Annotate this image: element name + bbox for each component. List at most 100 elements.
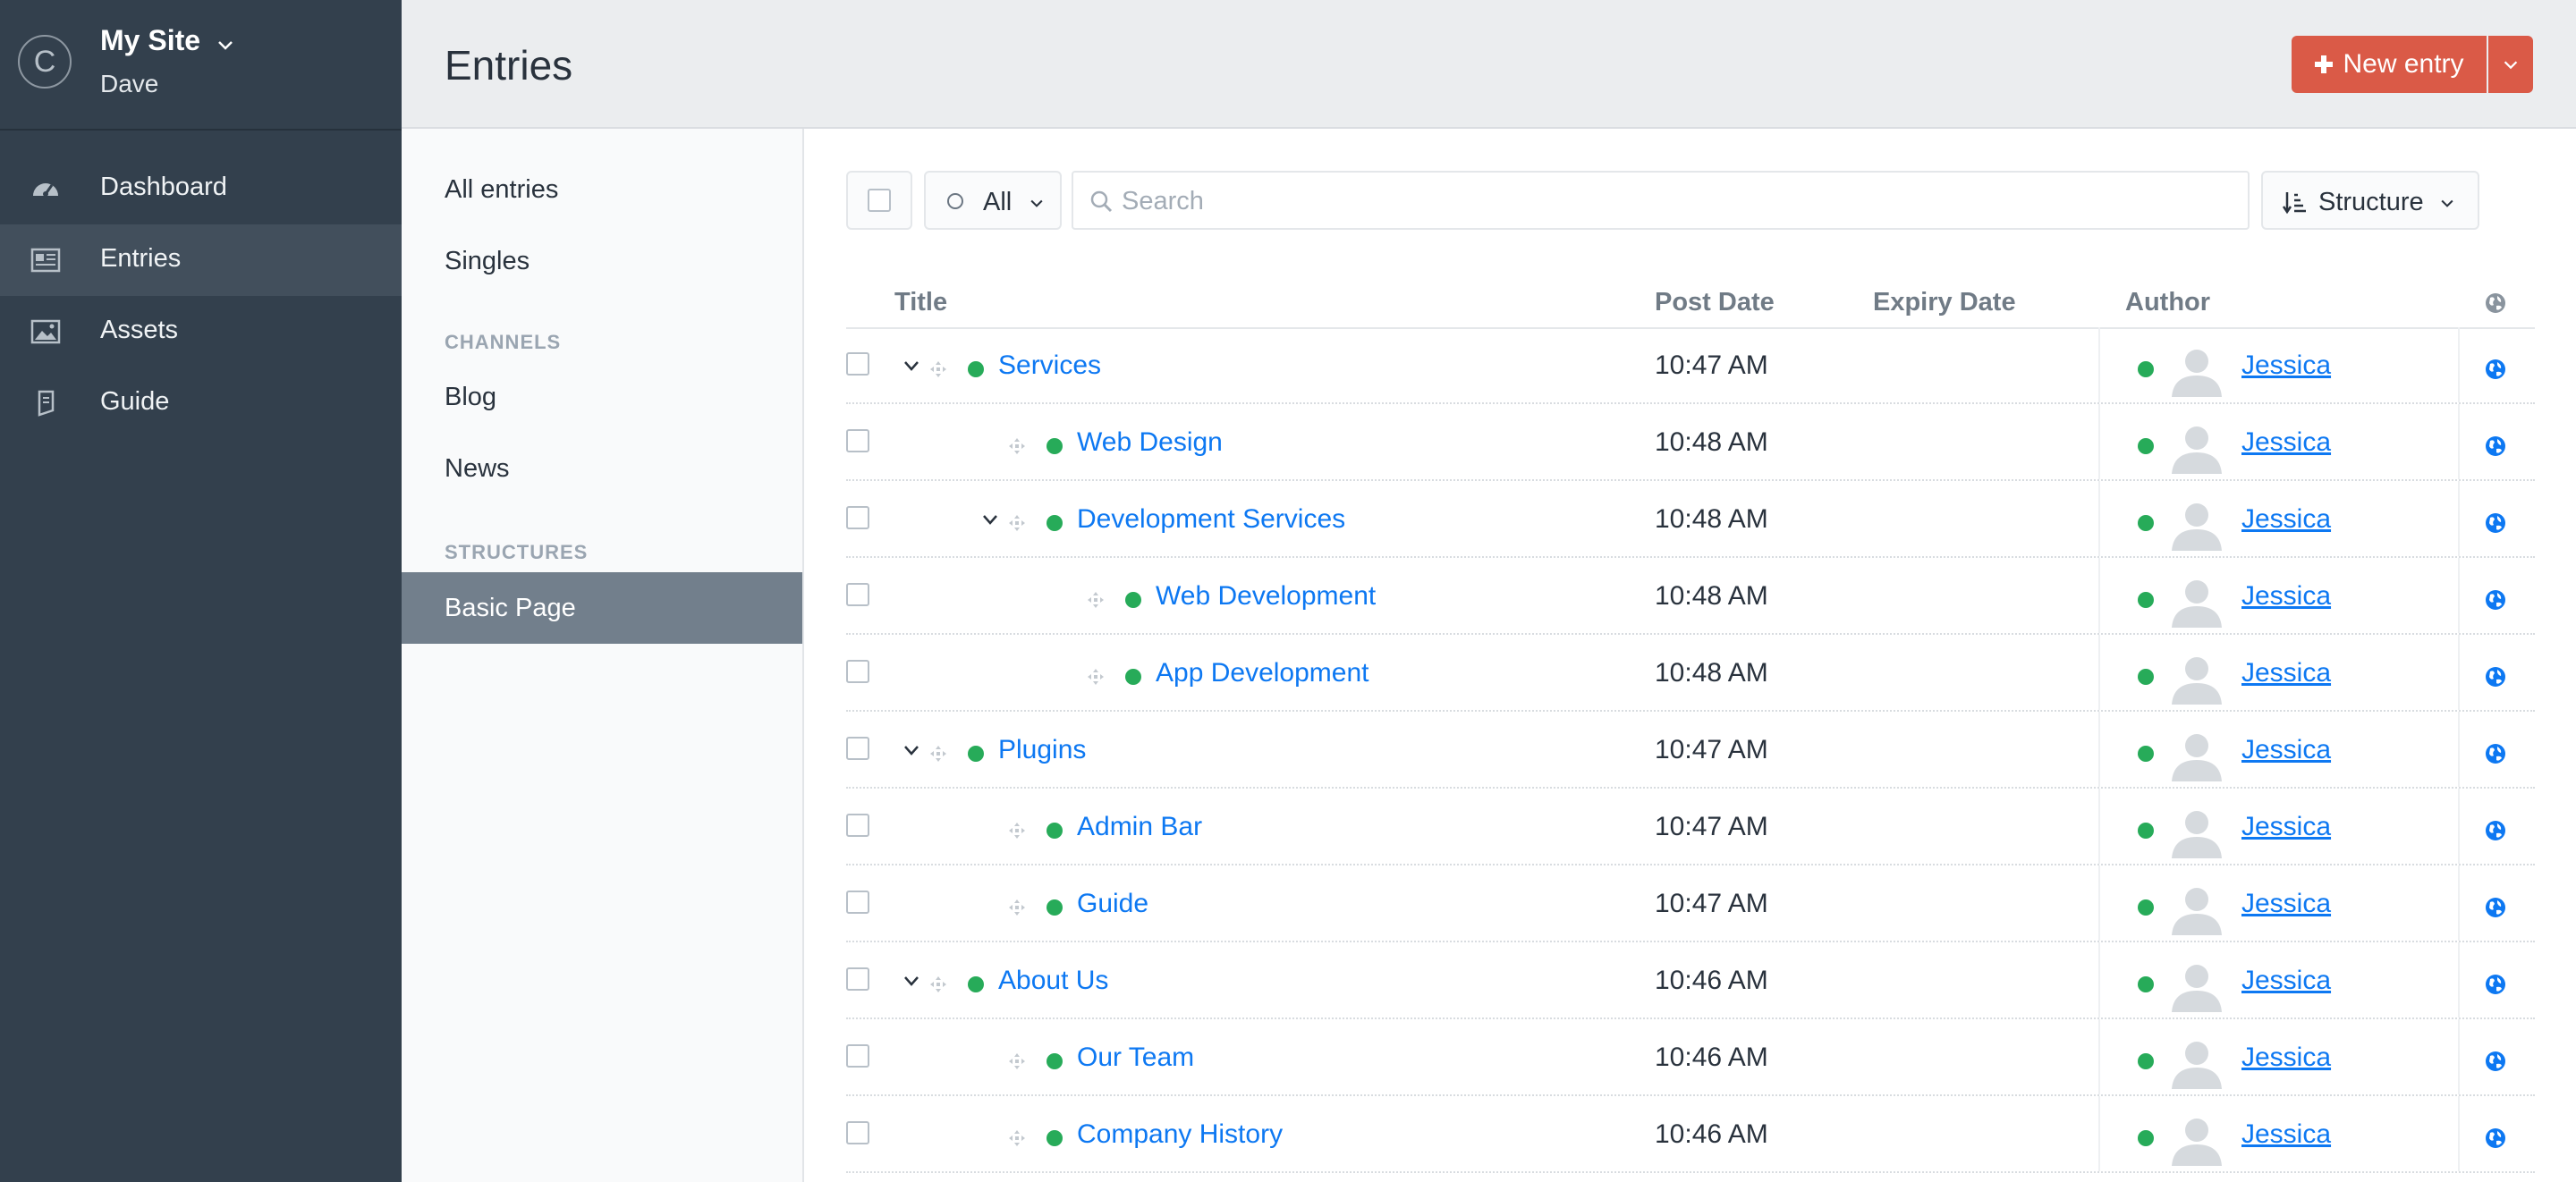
entry-title-link[interactable]: Development Services — [1077, 504, 1345, 535]
checkbox[interactable] — [846, 737, 869, 760]
chevron-down-icon[interactable] — [903, 744, 919, 756]
checkbox[interactable] — [846, 352, 869, 376]
move-icon[interactable] — [1086, 667, 1106, 687]
nav-item-assets[interactable]: Assets — [0, 296, 402, 367]
author-link[interactable]: Jessica — [2241, 504, 2331, 535]
globe-icon[interactable] — [2484, 819, 2507, 842]
move-icon[interactable] — [1086, 590, 1106, 610]
move-icon[interactable] — [1007, 513, 1027, 533]
move-icon[interactable] — [1007, 436, 1027, 456]
row-checkbox[interactable] — [846, 1044, 869, 1068]
table-row[interactable]: Plugins 10:47 AM Jessica — [846, 712, 2535, 789]
table-row[interactable]: Development Services 10:48 AM Jessica — [846, 481, 2535, 558]
author-link[interactable]: Jessica — [2241, 581, 2331, 612]
checkbox[interactable] — [846, 814, 869, 837]
row-checkbox[interactable] — [846, 506, 869, 529]
row-checkbox[interactable] — [846, 737, 869, 760]
column-title[interactable]: Title — [894, 288, 947, 317]
author-link[interactable]: Jessica — [2241, 735, 2331, 765]
status-menu[interactable]: All — [924, 171, 1062, 230]
entry-title-link[interactable]: Guide — [1077, 889, 1148, 919]
search-box[interactable] — [1072, 171, 2250, 230]
chevron-down-icon[interactable] — [903, 359, 919, 372]
author-link[interactable]: Jessica — [2241, 350, 2331, 381]
site-logo[interactable]: C — [18, 35, 72, 89]
entry-title-link[interactable]: Our Team — [1077, 1043, 1194, 1073]
table-row[interactable]: App Development 10:48 AM Jessica — [846, 635, 2535, 712]
checkbox[interactable] — [846, 891, 869, 914]
table-row[interactable]: Admin Bar 10:47 AM Jessica — [846, 789, 2535, 865]
source-singles[interactable]: Singles — [402, 225, 802, 297]
author-link[interactable]: Jessica — [2241, 1119, 2331, 1150]
checkbox[interactable] — [846, 967, 869, 991]
globe-icon[interactable] — [2484, 358, 2507, 381]
author-link[interactable]: Jessica — [2241, 658, 2331, 688]
globe-icon[interactable] — [2484, 435, 2507, 458]
globe-icon[interactable] — [2484, 511, 2507, 535]
table-row[interactable]: About Us 10:46 AM Jessica — [846, 942, 2535, 1019]
sort-menu[interactable]: Structure — [2261, 171, 2479, 230]
checkbox[interactable] — [868, 189, 891, 212]
column-author[interactable]: Author — [2125, 288, 2210, 317]
globe-icon[interactable] — [2484, 973, 2507, 996]
checkbox[interactable] — [846, 1044, 869, 1068]
row-checkbox[interactable] — [846, 352, 869, 376]
move-icon[interactable] — [1007, 821, 1027, 840]
checkbox[interactable] — [846, 506, 869, 529]
row-checkbox[interactable] — [846, 967, 869, 991]
chevron-down-icon[interactable] — [903, 975, 919, 987]
chevron-down-icon[interactable] — [215, 34, 236, 55]
checkbox[interactable] — [846, 583, 869, 606]
row-checkbox[interactable] — [846, 814, 869, 837]
checkbox[interactable] — [846, 1121, 869, 1144]
nav-item-entries[interactable]: Entries — [0, 224, 402, 296]
move-icon[interactable] — [928, 975, 948, 994]
entry-title-link[interactable]: Services — [998, 350, 1101, 381]
source-blog[interactable]: Blog — [402, 361, 802, 433]
column-post-date[interactable]: Post Date — [1655, 288, 1775, 317]
author-link[interactable]: Jessica — [2241, 812, 2331, 842]
checkbox[interactable] — [846, 429, 869, 452]
source-all-entries[interactable]: All entries — [402, 154, 802, 225]
author-link[interactable]: Jessica — [2241, 1043, 2331, 1073]
table-row[interactable]: Web Development 10:48 AM Jessica — [846, 558, 2535, 635]
site-name[interactable]: My Site — [100, 24, 200, 57]
user-name[interactable]: Dave — [100, 70, 158, 98]
entry-title-link[interactable]: Web Development — [1156, 581, 1376, 612]
nav-item-guide[interactable]: Guide — [0, 367, 402, 439]
source-news[interactable]: News — [402, 433, 802, 504]
row-checkbox[interactable] — [846, 660, 869, 683]
table-row[interactable]: Services 10:47 AM Jessica — [846, 327, 2535, 404]
move-icon[interactable] — [928, 359, 948, 379]
entry-title-link[interactable]: Web Design — [1077, 427, 1223, 458]
table-row[interactable]: Web Design 10:48 AM Jessica — [846, 404, 2535, 481]
column-expiry-date[interactable]: Expiry Date — [1873, 288, 2016, 317]
table-row[interactable]: Guide 10:47 AM Jessica — [846, 865, 2535, 942]
select-all-checkbox[interactable] — [846, 171, 912, 230]
entry-title-link[interactable]: Company History — [1077, 1119, 1283, 1150]
globe-icon[interactable] — [2484, 665, 2507, 688]
table-row[interactable]: Our Team 10:46 AM Jessica — [846, 1019, 2535, 1096]
checkbox[interactable] — [846, 660, 869, 683]
move-icon[interactable] — [1007, 1128, 1027, 1148]
globe-icon[interactable] — [2484, 1127, 2507, 1150]
row-checkbox[interactable] — [846, 891, 869, 914]
row-checkbox[interactable] — [846, 1121, 869, 1144]
move-icon[interactable] — [1007, 898, 1027, 917]
globe-icon[interactable] — [2484, 588, 2507, 612]
globe-icon[interactable] — [2484, 896, 2507, 919]
nav-item-dashboard[interactable]: Dashboard — [0, 153, 402, 224]
entry-title-link[interactable]: About Us — [998, 966, 1108, 996]
entry-title-link[interactable]: Admin Bar — [1077, 812, 1202, 842]
entry-title-link[interactable]: App Development — [1156, 658, 1368, 688]
globe-icon[interactable] — [2484, 1050, 2507, 1073]
author-link[interactable]: Jessica — [2241, 966, 2331, 996]
entry-title-link[interactable]: Plugins — [998, 735, 1086, 765]
move-icon[interactable] — [928, 744, 948, 764]
search-input[interactable] — [1120, 180, 2233, 223]
row-checkbox[interactable] — [846, 429, 869, 452]
author-link[interactable]: Jessica — [2241, 427, 2331, 458]
new-entry-menu-button[interactable] — [2488, 36, 2533, 93]
author-link[interactable]: Jessica — [2241, 889, 2331, 919]
globe-icon[interactable] — [2484, 291, 2507, 315]
